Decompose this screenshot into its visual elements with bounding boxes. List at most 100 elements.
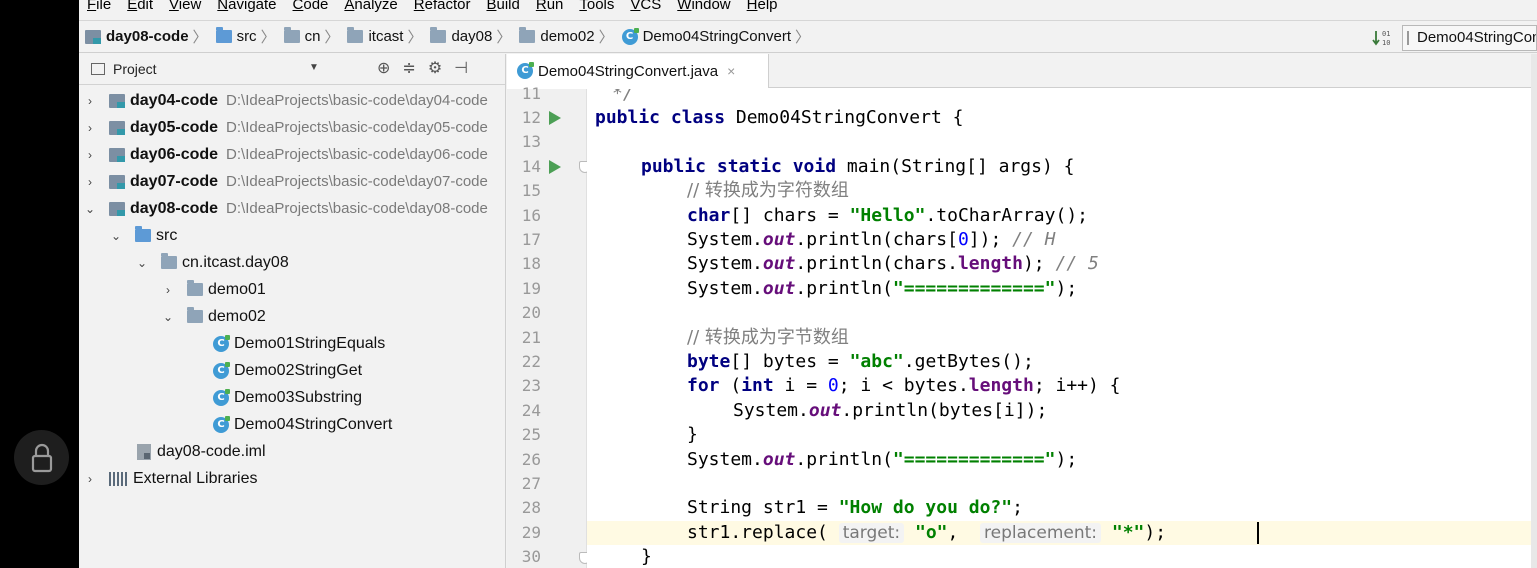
tree-item-demo02[interactable]: ⌄ demo02 — [79, 303, 506, 330]
code-number: 0 — [827, 375, 839, 396]
menu-tools[interactable]: Tools — [571, 0, 622, 14]
code-string: "How do you do?" — [838, 497, 1013, 518]
tree-item-package[interactable]: ⌄ cn.itcast.day08 — [79, 249, 506, 276]
module-icon — [109, 147, 125, 162]
menu-vcs[interactable]: VCS — [622, 0, 669, 14]
menu-build[interactable]: Build — [478, 0, 527, 14]
run-config-label: Demo04StringConvert — [1417, 29, 1536, 46]
editor-gutter: 11 12 13 14 15 16 17 18 19 20 21 22 23 2… — [507, 84, 591, 568]
chevron-down-icon[interactable]: ⌄ — [135, 256, 149, 270]
code-token: int — [741, 375, 774, 396]
breadcrumb-demo02[interactable]: demo02 〉 — [513, 20, 615, 53]
breadcrumb-project[interactable]: day08-code 〉 — [79, 20, 210, 53]
menu-help[interactable]: Help — [739, 0, 786, 14]
chevron-right-icon[interactable]: › — [83, 148, 97, 162]
locate-icon[interactable]: ⊕ — [377, 58, 390, 78]
run-main-icon[interactable] — [549, 160, 561, 174]
chevron-down-icon[interactable]: ⌄ — [83, 202, 97, 216]
tree-item-day05-code[interactable]: › day05-code D:\IdeaProjects\basic-code\… — [79, 114, 506, 141]
menu-analyze[interactable]: Analyze — [336, 0, 405, 14]
menu-edit[interactable]: Edit — [119, 0, 161, 14]
editor-tab-demo04stringconvert[interactable]: C Demo04StringConvert.java × — [507, 54, 769, 88]
breadcrumb-day08[interactable]: day08 〉 — [424, 20, 513, 53]
breadcrumb-itcast[interactable]: itcast 〉 — [341, 20, 424, 53]
chevron-down-icon[interactable]: ⌄ — [161, 310, 175, 324]
collapse-all-icon[interactable]: ≑ — [402, 58, 415, 78]
breadcrumb-src[interactable]: src 〉 — [210, 20, 278, 53]
source-folder-icon — [215, 27, 232, 43]
tree-item-label: day05-code — [130, 118, 219, 136]
chevron-right-icon[interactable]: › — [83, 94, 97, 108]
chevron-right-icon[interactable]: › — [161, 283, 175, 297]
code-token: System. — [687, 278, 763, 299]
chevron-down-icon[interactable]: ⌄ — [109, 229, 123, 243]
tree-item-src[interactable]: ⌄ src — [79, 222, 506, 249]
menu-window[interactable]: Window — [669, 0, 738, 14]
tree-item-day07-code[interactable]: › day07-code D:\IdeaProjects\basic-code\… — [79, 168, 506, 195]
code-field: out — [762, 278, 796, 299]
run-class-icon[interactable] — [549, 111, 561, 125]
breadcrumb-label: cn — [304, 28, 321, 45]
package-folder-icon — [430, 27, 447, 43]
code-token: public class — [595, 107, 726, 128]
chevron-down-icon[interactable]: ▼ — [309, 62, 319, 73]
menu-file[interactable]: File — [79, 0, 119, 14]
tree-item-demo04stringconvert[interactable]: C Demo04StringConvert — [79, 411, 506, 438]
tree-item-day04-code[interactable]: › day04-code D:\IdeaProjects\basic-code\… — [79, 87, 506, 114]
code-token: ; — [1012, 497, 1023, 518]
project-panel-title[interactable]: Project — [113, 61, 157, 77]
code-string: "o" — [914, 522, 948, 543]
editor-scrollbar[interactable] — [1531, 54, 1537, 568]
chevron-right-icon[interactable]: › — [83, 121, 97, 135]
code-token: i = — [773, 375, 828, 396]
svg-text:01: 01 — [1382, 30, 1390, 38]
code-editor[interactable]: */ public class Demo04StringConvert { pu… — [587, 89, 1531, 568]
project-module-icon — [85, 29, 101, 44]
code-token: ; i++) { — [1033, 375, 1121, 396]
module-file-icon — [137, 443, 151, 460]
chevron-right-icon: 〉 — [598, 29, 614, 46]
chevron-right-icon: 〉 — [795, 29, 811, 46]
chevron-right-icon[interactable]: › — [83, 175, 97, 189]
package-folder-icon — [187, 280, 203, 296]
code-token: str1.replace( — [687, 522, 839, 543]
menu-view[interactable]: View — [161, 0, 209, 14]
tree-item-day06-code[interactable]: › day06-code D:\IdeaProjects\basic-code\… — [79, 141, 506, 168]
code-line-17: System.out.println(chars[0]); // H — [687, 228, 1056, 252]
code-string: "*" — [1111, 522, 1145, 543]
menu-bar: File Edit View Navigate Code Analyze Ref… — [79, 0, 1537, 14]
sort-icon[interactable]: 01 10 — [1372, 28, 1392, 48]
tree-item-demo03substring[interactable]: C Demo03Substring — [79, 384, 506, 411]
menu-code[interactable]: Code — [285, 0, 337, 14]
project-tool-window: Project ▼ ⊕ ≑ ⚙ ⊣ › day04-code D:\IdeaPr… — [79, 54, 506, 568]
code-line-11: */ — [612, 89, 634, 106]
close-icon[interactable]: × — [727, 63, 735, 79]
code-token: ); — [1022, 253, 1056, 274]
tree-item-day08-code[interactable]: ⌄ day08-code D:\IdeaProjects\basic-code\… — [79, 195, 506, 222]
tree-item-external-libraries[interactable]: › External Libraries — [79, 465, 506, 492]
line-number: 26 — [521, 450, 541, 469]
tree-item-iml-file[interactable]: day08-code.iml — [79, 438, 506, 465]
lock-button[interactable] — [14, 430, 69, 485]
menu-navigate[interactable]: Navigate — [209, 0, 284, 14]
code-string: "=============" — [892, 278, 1056, 299]
breadcrumb-cn[interactable]: cn 〉 — [278, 20, 342, 53]
tree-item-demo01stringequals[interactable]: C Demo01StringEquals — [79, 330, 506, 357]
code-token: ; i < bytes. — [838, 375, 969, 396]
tree-item-demo01[interactable]: › demo01 — [79, 276, 506, 303]
java-class-icon: C — [213, 334, 230, 352]
tree-item-demo02stringget[interactable]: C Demo02StringGet — [79, 357, 506, 384]
tree-item-path: D:\IdeaProjects\basic-code\day07-code — [226, 173, 488, 190]
hide-panel-icon[interactable]: ⊣ — [454, 58, 468, 78]
run-configuration-selector[interactable]: Demo04StringConvert — [1402, 24, 1537, 51]
code-token: .println(chars. — [795, 253, 958, 274]
code-line-23: for (int i = 0; i < bytes.length; i++) { — [687, 374, 1121, 398]
menu-refactor[interactable]: Refactor — [406, 0, 479, 14]
line-number: 21 — [521, 328, 541, 347]
tree-item-label: day08-code — [130, 199, 219, 217]
breadcrumb-class[interactable]: C Demo04StringConvert 〉 — [616, 20, 812, 53]
application-config-icon — [1407, 30, 1409, 45]
chevron-right-icon[interactable]: › — [83, 472, 97, 486]
menu-run[interactable]: Run — [528, 0, 572, 14]
gear-icon[interactable]: ⚙ — [428, 58, 442, 78]
